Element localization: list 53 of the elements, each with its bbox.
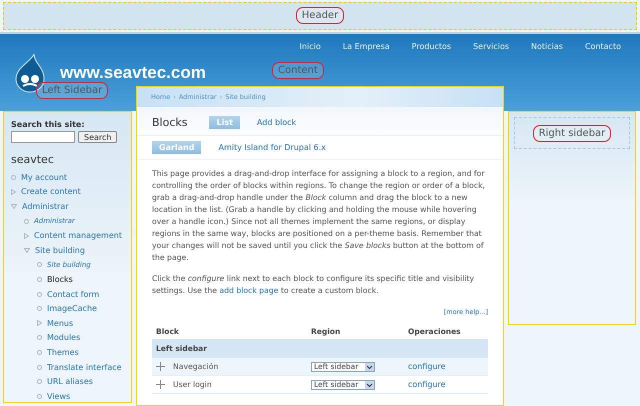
dropdown-caret-icon bbox=[365, 362, 374, 370]
bullet-icon bbox=[37, 379, 42, 384]
content-annotation: Content bbox=[272, 62, 324, 79]
menu-link[interactable]: Site building bbox=[35, 246, 85, 255]
bullet-icon bbox=[37, 350, 42, 355]
collapsed-icon bbox=[37, 320, 42, 326]
header-annotation: Header bbox=[296, 7, 344, 24]
drag-handle-icon[interactable] bbox=[156, 362, 165, 371]
bullet-icon bbox=[37, 364, 42, 370]
menu-link[interactable]: Views bbox=[47, 392, 70, 401]
nav-link[interactable]: Productos bbox=[400, 42, 462, 51]
nav-link[interactable]: Servicios bbox=[462, 42, 520, 51]
menu-link[interactable]: Contact form bbox=[47, 290, 100, 299]
site-name[interactable]: www.seavtec.com bbox=[60, 62, 206, 83]
bullet-icon bbox=[11, 174, 16, 180]
bullet-icon bbox=[37, 262, 42, 268]
search-button[interactable]: Search bbox=[78, 131, 118, 143]
tab[interactable]: Add block bbox=[250, 116, 304, 129]
right-sidebar-annotation: Right sidebar bbox=[532, 124, 612, 142]
search-label: Search this site: bbox=[11, 120, 86, 129]
menu-link[interactable]: Translate interface bbox=[47, 362, 122, 372]
collapsed-icon bbox=[24, 232, 29, 239]
menu-link[interactable]: My account bbox=[21, 172, 68, 182]
bullet-icon bbox=[37, 394, 42, 399]
configure-link[interactable]: configure bbox=[408, 380, 446, 389]
nav-link[interactable]: Contacto bbox=[574, 42, 632, 51]
menu-link[interactable]: Modules bbox=[47, 333, 80, 342]
expanded-icon bbox=[11, 204, 17, 209]
left-sidebar-annotation: Left Sidebar bbox=[36, 82, 108, 99]
bullet-icon bbox=[37, 292, 42, 297]
expanded-icon bbox=[24, 248, 30, 253]
nav-link[interactable]: La Empresa bbox=[332, 42, 401, 51]
menu-link[interactable]: ImageCache bbox=[47, 304, 97, 314]
nav-link[interactable]: Noticias bbox=[520, 42, 574, 51]
menu-link[interactable]: Themes bbox=[47, 348, 79, 357]
menu-link[interactable]: Administrar bbox=[22, 202, 69, 211]
menu-link[interactable]: Content management bbox=[34, 231, 122, 240]
menu-link[interactable]: Menus bbox=[47, 318, 74, 328]
bullet-icon bbox=[37, 276, 42, 282]
dropdown-caret-icon bbox=[365, 380, 374, 388]
theme-tab[interactable]: Amity Island for Drupal 6.x bbox=[211, 141, 333, 154]
menu-title: seavtec bbox=[11, 153, 55, 166]
menu-link[interactable]: URL aliases bbox=[47, 377, 93, 386]
bullet-icon bbox=[24, 218, 29, 224]
drag-handle-icon[interactable] bbox=[156, 380, 165, 389]
bullet-icon bbox=[37, 335, 42, 340]
nav-link[interactable]: Inicio bbox=[288, 42, 332, 51]
menu-link[interactable]: Blocks bbox=[47, 274, 73, 284]
search-field[interactable] bbox=[11, 131, 75, 143]
collapsed-icon bbox=[11, 188, 16, 195]
menu-link[interactable]: Create content bbox=[21, 187, 81, 196]
page-title: Blocks bbox=[152, 116, 188, 129]
bullet-icon bbox=[37, 306, 42, 312]
